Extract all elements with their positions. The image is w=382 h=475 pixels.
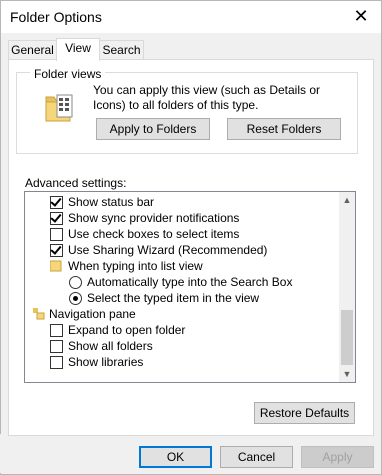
advanced-setting-label: Expand to open folder xyxy=(68,323,186,337)
advanced-setting-label: Show libraries xyxy=(68,355,144,369)
checkbox[interactable] xyxy=(50,340,63,353)
scroll-down-icon[interactable]: ▼ xyxy=(339,366,355,382)
advanced-setting-label: Automatically type into the Search Box xyxy=(87,275,293,289)
advanced-settings-label: Advanced settings: xyxy=(25,176,127,190)
advanced-setting-label: Show all folders xyxy=(68,339,153,353)
folder-views-description: You can apply this view (such as Details… xyxy=(93,83,321,112)
checkbox[interactable] xyxy=(50,324,63,337)
cancel-button[interactable]: Cancel xyxy=(220,446,293,468)
advanced-setting-label: Use Sharing Wizard (Recommended) xyxy=(68,243,268,257)
title-bar: Folder Options ✕ xyxy=(1,1,381,33)
scroll-up-icon[interactable]: ▲ xyxy=(339,192,355,208)
reset-folders-button[interactable]: Reset Folders xyxy=(227,118,341,140)
advanced-setting-label: Show sync provider notifications xyxy=(68,211,240,225)
scroll-thumb[interactable] xyxy=(341,310,353,365)
folder-views-icon xyxy=(45,94,73,122)
checkbox[interactable] xyxy=(50,243,63,257)
checkbox[interactable] xyxy=(50,356,63,369)
checkbox[interactable] xyxy=(50,211,63,225)
advanced-setting-label: Use check boxes to select items xyxy=(68,227,240,241)
apply-to-folders-button[interactable]: Apply to Folders xyxy=(96,118,210,140)
advanced-setting-label: When typing into list view xyxy=(68,259,203,273)
window-title: Folder Options xyxy=(10,9,102,25)
checkbox[interactable] xyxy=(50,228,63,241)
apply-button[interactable]: Apply xyxy=(301,446,374,468)
checkbox[interactable] xyxy=(50,195,63,209)
tab-general[interactable]: General xyxy=(8,40,57,61)
advanced-setting-label: Navigation pane xyxy=(49,307,136,321)
restore-defaults-button[interactable]: Restore Defaults xyxy=(254,402,355,424)
advanced-settings-list[interactable]: Show status bar Show sync provider notifi… xyxy=(24,191,356,383)
folder-views-label: Folder views xyxy=(30,67,106,81)
tab-search[interactable]: Search xyxy=(99,40,144,61)
ok-button[interactable]: OK xyxy=(139,446,212,468)
folder-icon xyxy=(50,260,62,272)
navigation-pane-icon xyxy=(33,308,45,320)
tab-view[interactable]: View xyxy=(56,38,100,61)
advanced-setting-label: Select the typed item in the view xyxy=(87,291,260,305)
radio-button[interactable] xyxy=(69,292,82,305)
advanced-setting-label: Show status bar xyxy=(68,195,155,209)
list-scrollbar[interactable]: ▲ ▼ xyxy=(339,192,355,382)
radio-button[interactable] xyxy=(69,276,82,289)
close-icon[interactable]: ✕ xyxy=(350,4,372,28)
